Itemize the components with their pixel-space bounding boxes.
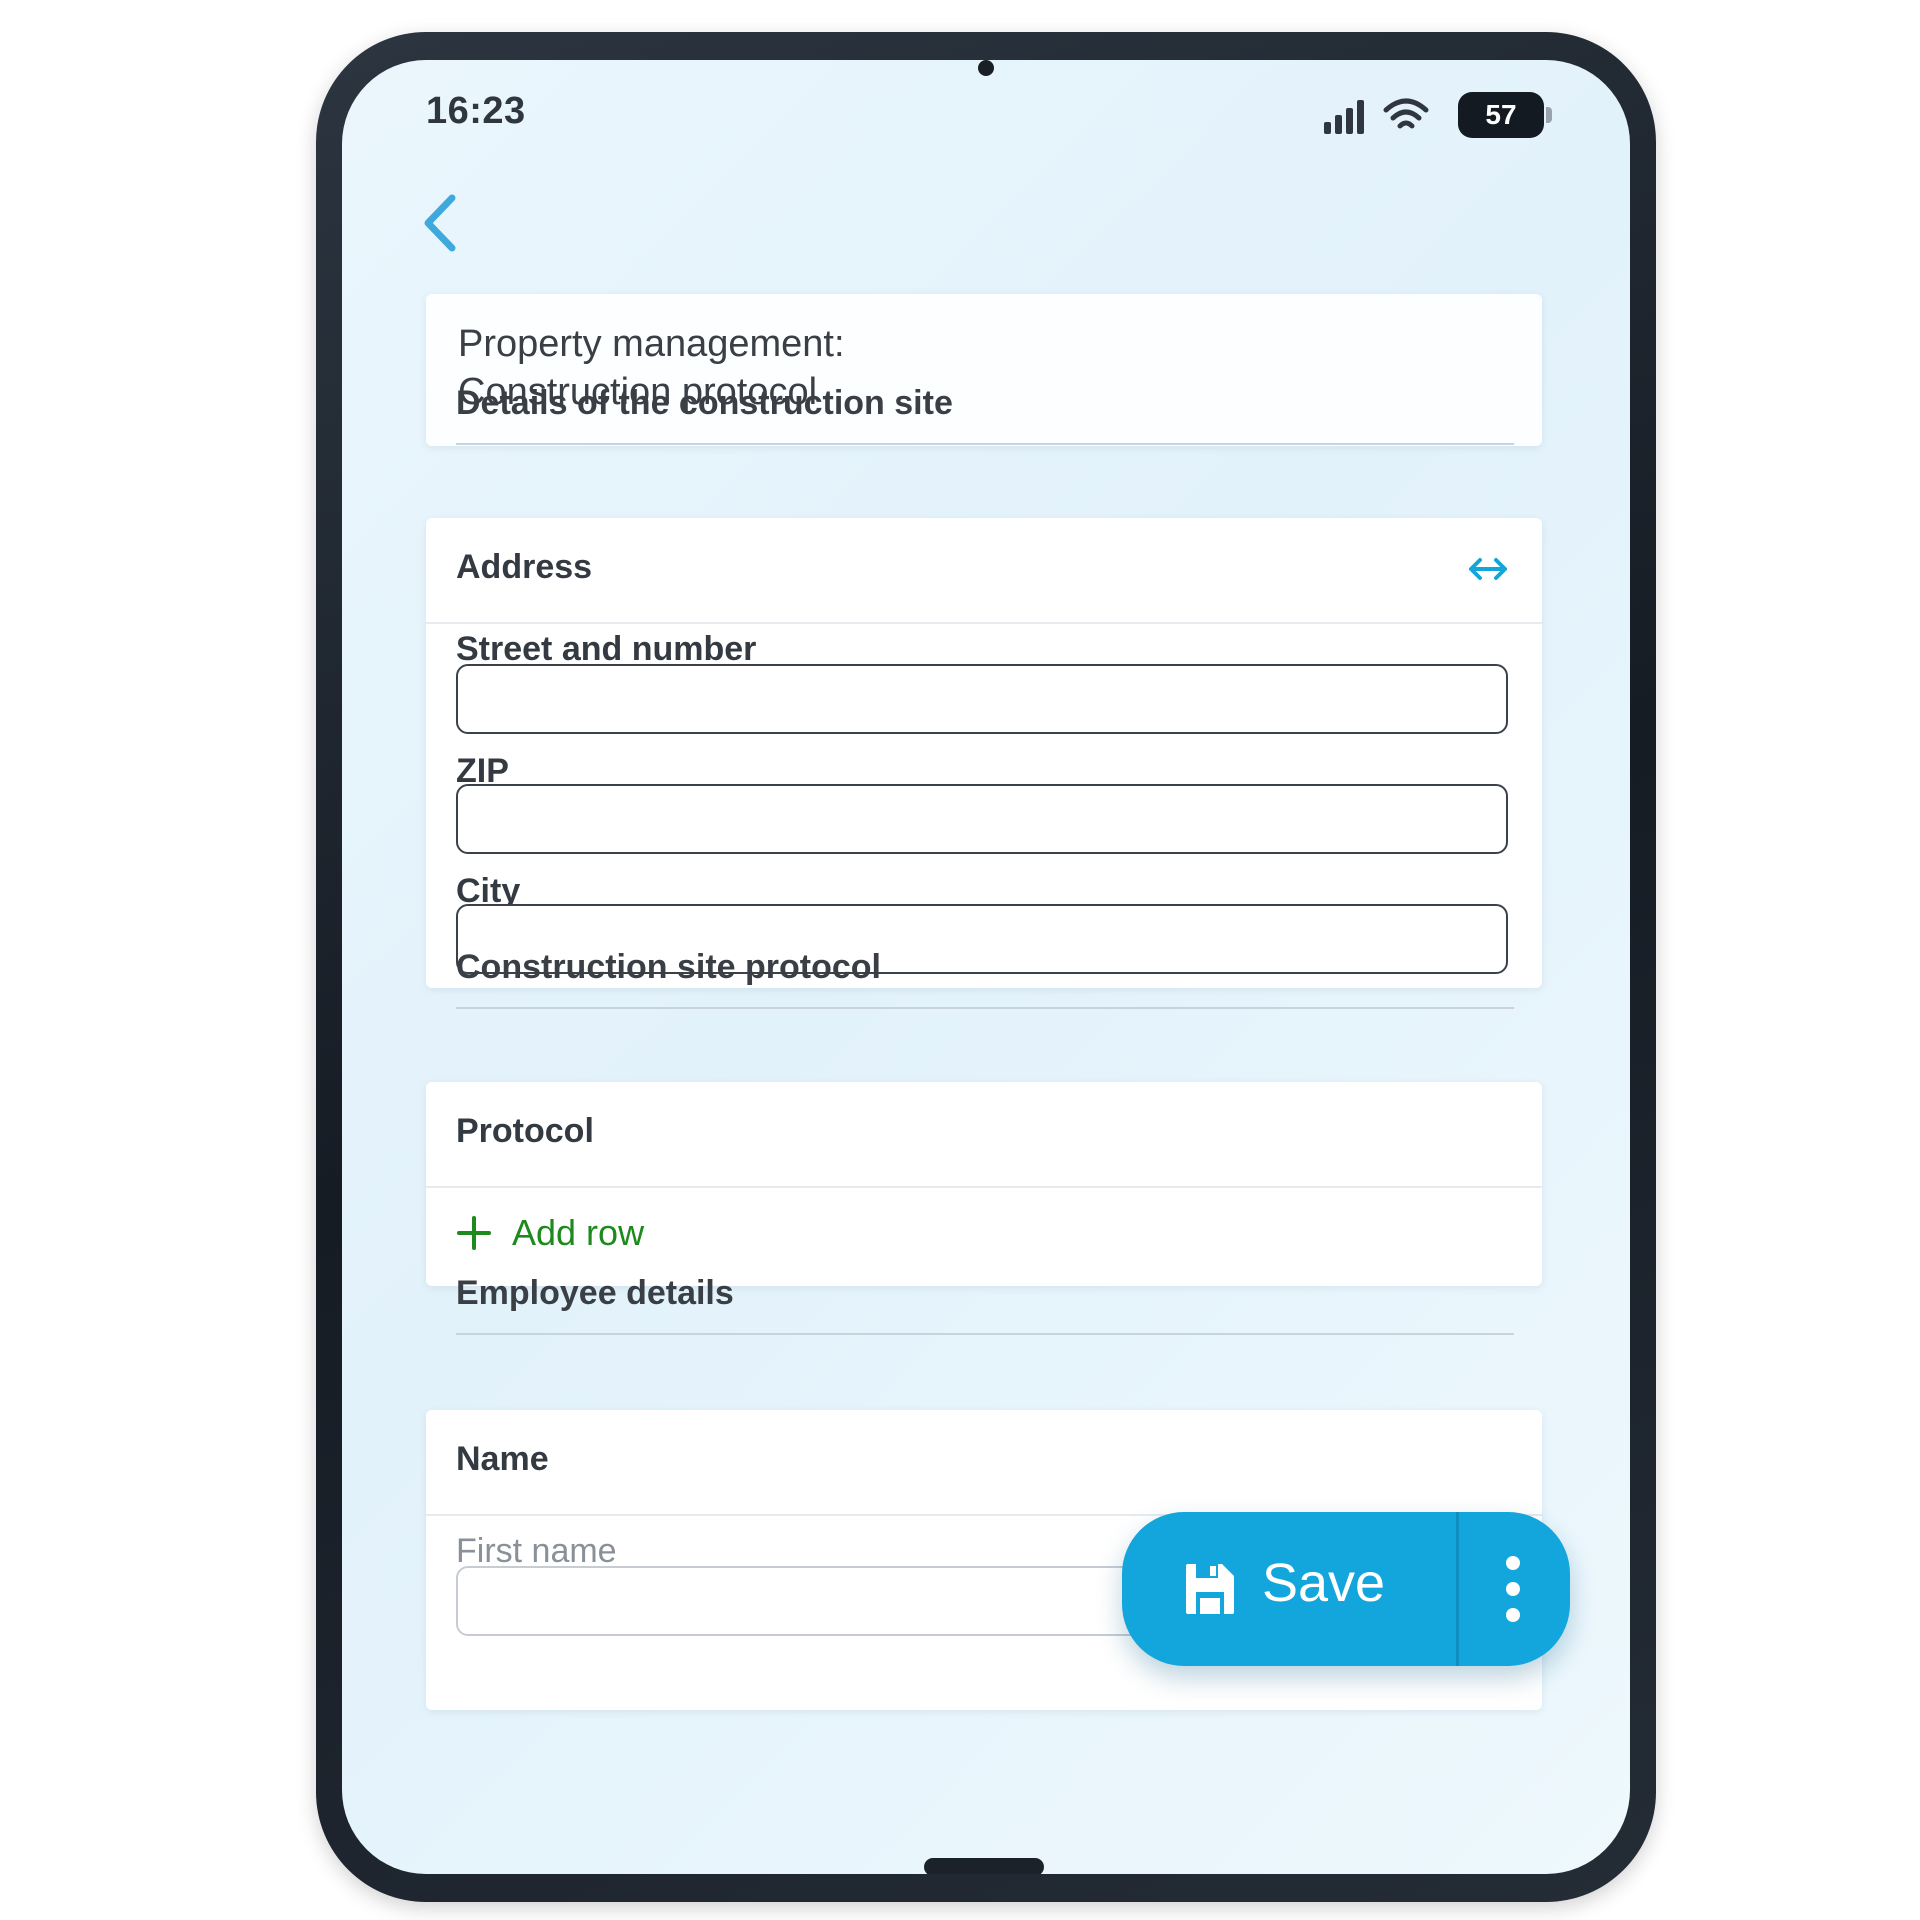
battery-tip xyxy=(1546,107,1552,123)
save-button[interactable]: Save xyxy=(1122,1512,1456,1666)
front-camera xyxy=(978,60,994,76)
protocol-title: Protocol xyxy=(456,1112,594,1150)
more-options-button[interactable] xyxy=(1459,1512,1570,1666)
protocol-card-header: Protocol xyxy=(426,1082,1542,1188)
save-label: Save xyxy=(1262,1553,1386,1613)
floppy-disk-icon xyxy=(1186,1564,1234,1614)
section-employee-details: Employee details xyxy=(456,1274,1514,1335)
name-card-header: Name xyxy=(426,1410,1542,1516)
add-row-button[interactable]: Add row xyxy=(456,1212,644,1254)
section-site-details: Details of the construction site xyxy=(456,384,1514,445)
add-row-label: Add row xyxy=(512,1212,645,1253)
battery-level: 57 xyxy=(1485,99,1517,130)
battery-indicator: 57 xyxy=(1458,92,1544,138)
name-title: Name xyxy=(456,1440,549,1478)
status-time: 16:23 xyxy=(426,90,526,132)
save-fab: Save xyxy=(1122,1512,1570,1666)
zip-input[interactable] xyxy=(456,784,1508,854)
expand-icon[interactable] xyxy=(1468,554,1508,584)
address-card-header: Address xyxy=(426,518,1542,624)
wifi-icon xyxy=(1383,98,1429,129)
page-title-line1: Property management: xyxy=(458,323,845,365)
signal-icon xyxy=(1324,100,1364,134)
street-input[interactable] xyxy=(456,664,1508,734)
address-card: Address Street and number ZIP City xyxy=(426,518,1542,988)
plus-icon xyxy=(457,1216,491,1250)
home-indicator xyxy=(924,1858,1044,1874)
address-title: Address xyxy=(456,548,593,586)
protocol-card: Protocol Add row xyxy=(426,1082,1542,1286)
section-site-protocol: Construction site protocol xyxy=(456,948,1514,1009)
back-arrow-icon[interactable] xyxy=(418,190,468,260)
